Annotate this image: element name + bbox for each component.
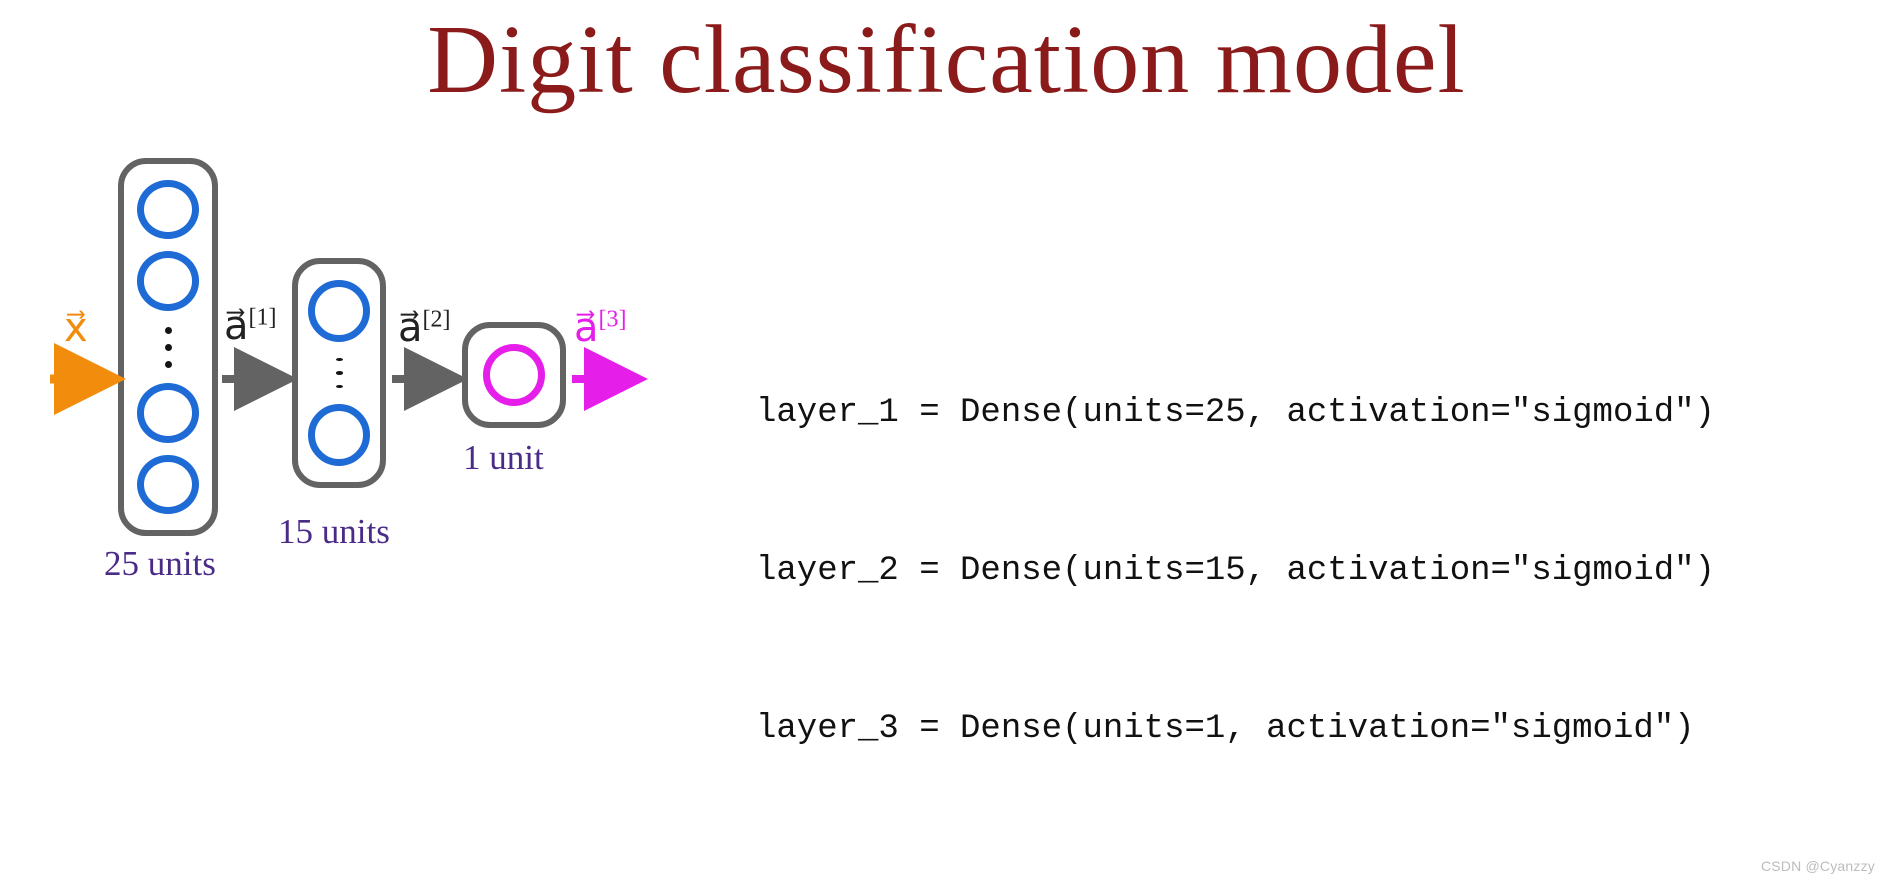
neuron-icon <box>137 180 199 239</box>
neuron-icon <box>137 383 199 442</box>
output-neuron-icon <box>483 344 545 406</box>
watermark: CSDN @Cyanzzy <box>1761 858 1875 874</box>
layer2-units-label: 15 units <box>278 512 390 552</box>
layer-1-box <box>118 158 218 536</box>
code-block: layer_1 = Dense(units=25, activation="si… <box>756 176 1715 878</box>
a1-vector-label: a⃗[1] <box>224 302 277 349</box>
a2-vector-label: a⃗[2] <box>398 304 451 351</box>
ellipsis-dots-icon <box>165 321 172 374</box>
neuron-icon <box>137 251 199 310</box>
layer-3-box <box>462 322 566 428</box>
a3-vector-label: a⃗[3] <box>574 304 627 351</box>
ellipsis-dots-icon <box>336 353 343 393</box>
neuron-icon <box>137 455 199 514</box>
code-line: layer_1 = Dense(units=25, activation="si… <box>756 387 1715 440</box>
code-line: layer_2 = Dense(units=15, activation="si… <box>756 545 1715 598</box>
neuron-icon <box>308 280 370 342</box>
layer1-units-label: 25 units <box>104 544 216 584</box>
layer3-units-label: 1 unit <box>463 438 544 478</box>
x-vector-label: x⃗ <box>64 304 88 351</box>
code-line: layer_3 = Dense(units=1, activation="sig… <box>756 703 1715 756</box>
neuron-icon <box>308 404 370 466</box>
layer-2-box <box>292 258 386 488</box>
